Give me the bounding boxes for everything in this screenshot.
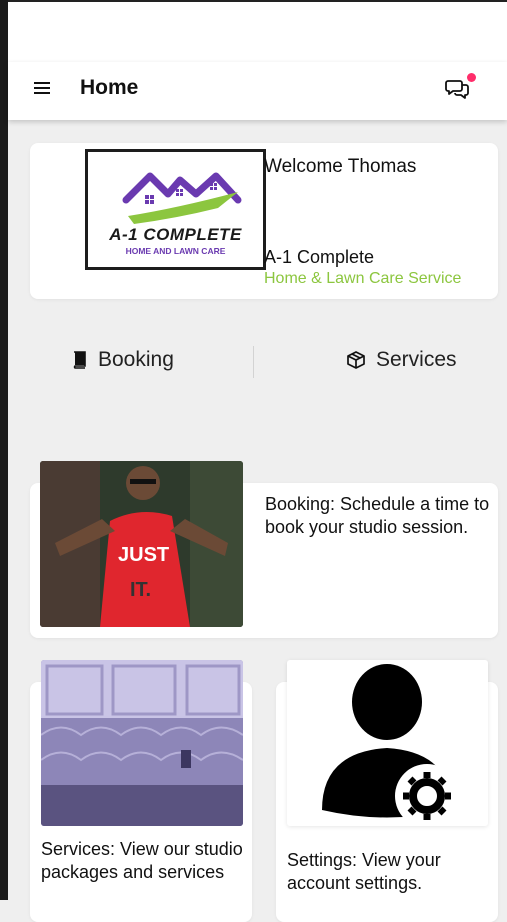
device-edge	[0, 0, 8, 900]
user-settings-icon	[322, 664, 459, 828]
book-icon	[73, 351, 86, 369]
welcome-card: A-1 COMPLETE HOME AND LAWN CARE Welcome …	[30, 143, 498, 299]
page-title: Home	[80, 76, 139, 99]
company-subtitle: Home & Lawn Care Service	[264, 270, 462, 287]
logo-title: A-1 COMPLETE	[109, 225, 242, 244]
tab-booking[interactable]: Booking	[72, 348, 174, 372]
tab-services[interactable]: Services	[346, 348, 457, 372]
tab-bar: Booking Services	[8, 340, 507, 386]
logo-subtitle: HOME AND LAWN CARE	[125, 246, 226, 256]
settings-description: Settings: View your account settings.	[287, 850, 441, 893]
chat-icon[interactable]	[445, 73, 476, 102]
svg-text:IT.: IT.	[130, 579, 151, 601]
booking-image[interactable]: JUST IT.	[40, 461, 243, 627]
services-image[interactable]	[41, 660, 243, 826]
company-logo: A-1 COMPLETE HOME AND LAWN CARE	[85, 149, 266, 270]
services-description: Services: View our studio packages and s…	[41, 839, 243, 882]
box-icon	[347, 351, 365, 369]
booking-description: Booking: Schedule a time to book your st…	[265, 494, 490, 537]
tab-services-label: Services	[376, 348, 457, 371]
menu-icon[interactable]	[34, 82, 50, 98]
status-bar	[8, 2, 507, 62]
settings-image[interactable]	[287, 660, 488, 828]
notification-dot	[467, 73, 476, 82]
app-bar: Home	[8, 62, 507, 120]
svg-text:JUST: JUST	[118, 544, 169, 566]
tab-booking-label: Booking	[98, 348, 174, 371]
welcome-greeting: Welcome Thomas	[264, 156, 417, 177]
company-name: A-1 Complete	[264, 247, 375, 267]
tab-divider	[253, 346, 254, 378]
